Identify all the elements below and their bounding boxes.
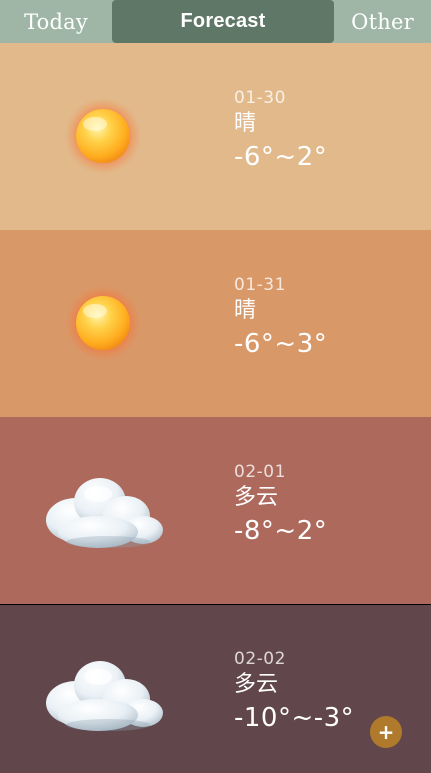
forecast-temp-range: -6°~3° — [234, 329, 328, 359]
forecast-temp-range: -10°~-3° — [234, 703, 355, 733]
forecast-condition: 多云 — [234, 485, 279, 510]
forecast-row[interactable]: 02-02 多云 -10°~-3° — [0, 605, 431, 773]
cloudy-icon — [28, 445, 178, 575]
cloudy-icon — [28, 628, 178, 758]
forecast-condition: 多云 — [234, 672, 279, 697]
forecast-date: 01-31 — [234, 275, 286, 295]
forecast-temp-range: -8°~2° — [234, 516, 328, 546]
sunny-icon — [28, 258, 178, 388]
tab-bar: Today Forecast Other — [0, 0, 431, 43]
add-button[interactable]: + — [370, 716, 402, 748]
tab-other[interactable]: Other — [334, 0, 431, 43]
forecast-row[interactable]: 02-01 多云 -8°~2° — [0, 417, 431, 604]
weather-app: Today Forecast Other 01-30 晴 -6°~2° 01-3… — [0, 0, 431, 773]
forecast-info: 02-02 多云 -10°~-3° — [234, 649, 354, 736]
tab-today[interactable]: Today — [0, 0, 112, 43]
forecast-condition: 晴 — [234, 298, 257, 323]
forecast-info: 01-31 晴 -6°~3° — [234, 275, 327, 362]
forecast-row[interactable]: 01-30 晴 -6°~2° — [0, 43, 431, 230]
forecast-date: 01-30 — [234, 88, 286, 108]
forecast-info: 01-30 晴 -6°~2° — [234, 88, 327, 175]
forecast-date: 02-01 — [234, 462, 286, 482]
forecast-temp-range: -6°~2° — [234, 142, 328, 172]
forecast-row[interactable]: 01-31 晴 -6°~3° — [0, 230, 431, 417]
forecast-date: 02-02 — [234, 649, 286, 669]
tab-forecast[interactable]: Forecast — [112, 0, 334, 43]
sunny-icon — [28, 71, 178, 201]
forecast-info: 02-01 多云 -8°~2° — [234, 462, 327, 549]
forecast-condition: 晴 — [234, 111, 257, 136]
